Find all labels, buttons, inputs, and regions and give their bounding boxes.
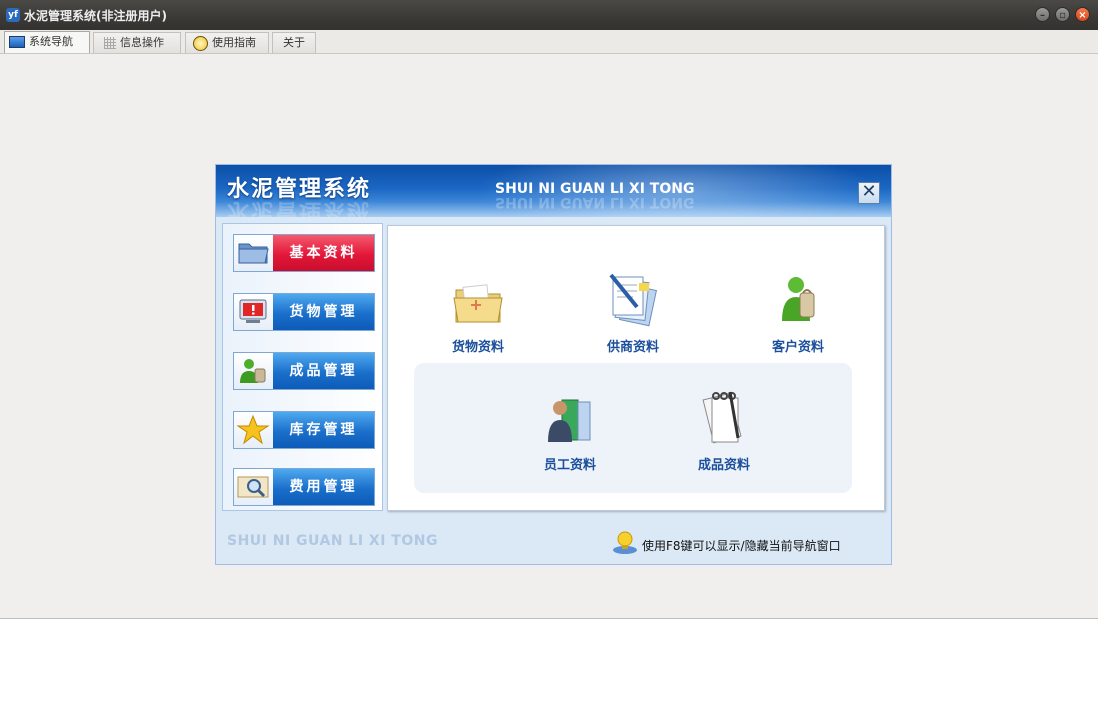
content-item-label: 成品资料 — [697, 458, 750, 473]
content-item-supplier-data[interactable]: 供商资料 — [578, 271, 688, 355]
monitor-alert-icon — [234, 294, 273, 330]
minimize-button[interactable]: – — [1035, 7, 1050, 22]
panel-close-button[interactable]: ✕ — [858, 182, 880, 204]
maximize-button[interactable]: ▫ — [1055, 7, 1070, 22]
panel-subtitle-reflection: SHUI NI GUAN LI XI TONG — [495, 194, 695, 210]
tab-label: 系统导航 — [29, 35, 73, 48]
content-item-label: 客户资料 — [771, 340, 824, 355]
tab-system-navigation[interactable]: 系统导航 — [4, 31, 90, 53]
nav-button-basic-data[interactable]: 基本资料 — [233, 234, 375, 272]
nav-button-goods-management[interactable]: 货物管理 — [233, 293, 375, 331]
content-item-employee-data[interactable]: 员工资料 — [515, 392, 625, 473]
tab-user-guide[interactable]: 使用指南 — [185, 32, 269, 53]
lightbulb-icon — [612, 530, 638, 556]
content-item-customer-data[interactable]: 客户资料 — [743, 271, 853, 355]
star-icon — [234, 412, 273, 448]
tab-info-operation[interactable]: 信息操作 — [93, 32, 181, 53]
tab-bar: 系统导航 信息操作 使用指南 关于 — [0, 30, 1098, 54]
content-area: 货物资料 供商资料 客户资料 员工资料 成品资料 — [387, 225, 885, 511]
notebook-icon — [694, 386, 754, 450]
nav-button-expense-management[interactable]: 费用管理 — [233, 468, 375, 506]
content-item-goods-data[interactable]: 货物资料 — [423, 276, 533, 355]
content-item-label: 供商资料 — [606, 340, 659, 355]
app-window: yf 水泥管理系统(非注册用户) – ▫ × 系统导航 信息操作 使用指南 关于… — [0, 0, 1098, 619]
folder-open-icon — [448, 276, 508, 332]
nav-screen-icon — [9, 36, 25, 48]
title-bar: yf 水泥管理系统(非注册用户) – ▫ × — [0, 0, 1098, 30]
tab-label: 关于 — [283, 36, 305, 49]
nav-button-product-management[interactable]: 成品管理 — [233, 352, 375, 390]
user-bag-icon — [234, 353, 273, 389]
customer-bag-icon — [768, 271, 828, 332]
employee-book-icon — [540, 392, 600, 450]
yf-logo-icon: yf — [6, 8, 20, 22]
tip-text: 使用F8键可以显示/隐藏当前导航窗口 — [642, 539, 841, 553]
navigation-panel: 水泥管理系统 水泥管理系统 SHUI NI GUAN LI XI TONG SH… — [215, 164, 892, 565]
close-window-button[interactable]: × — [1075, 7, 1090, 22]
panel-banner: 水泥管理系统 水泥管理系统 SHUI NI GUAN LI XI TONG SH… — [216, 165, 891, 217]
content-item-label: 货物资料 — [451, 340, 504, 355]
magnifier-icon — [234, 469, 273, 505]
nav-button-column: 基本资料 货物管理 成品管理 库存管理 费用管理 — [222, 223, 383, 511]
window-title: 水泥管理系统(非注册用户) — [24, 9, 167, 23]
nav-button-label: 库存管理 — [273, 412, 374, 448]
tab-about[interactable]: 关于 — [272, 32, 316, 53]
content-item-label: 员工资料 — [543, 458, 596, 473]
tab-label: 使用指南 — [212, 36, 256, 49]
content-item-product-data[interactable]: 成品资料 — [669, 386, 779, 473]
grid-icon — [104, 37, 116, 49]
content-subsection — [414, 363, 852, 493]
guide-icon — [193, 35, 208, 51]
panel-title-reflection: 水泥管理系统 — [227, 198, 372, 217]
tab-label: 信息操作 — [120, 36, 164, 49]
nav-button-label: 费用管理 — [273, 469, 374, 505]
folder-icon — [234, 235, 273, 271]
nav-button-label: 货物管理 — [273, 294, 374, 330]
nav-button-label: 成品管理 — [273, 353, 374, 389]
nav-button-inventory-management[interactable]: 库存管理 — [233, 411, 375, 449]
panel-footer-text: SHUI NI GUAN LI XI TONG — [227, 533, 438, 549]
documents-pen-icon — [603, 271, 663, 332]
nav-button-label: 基本资料 — [273, 235, 374, 271]
